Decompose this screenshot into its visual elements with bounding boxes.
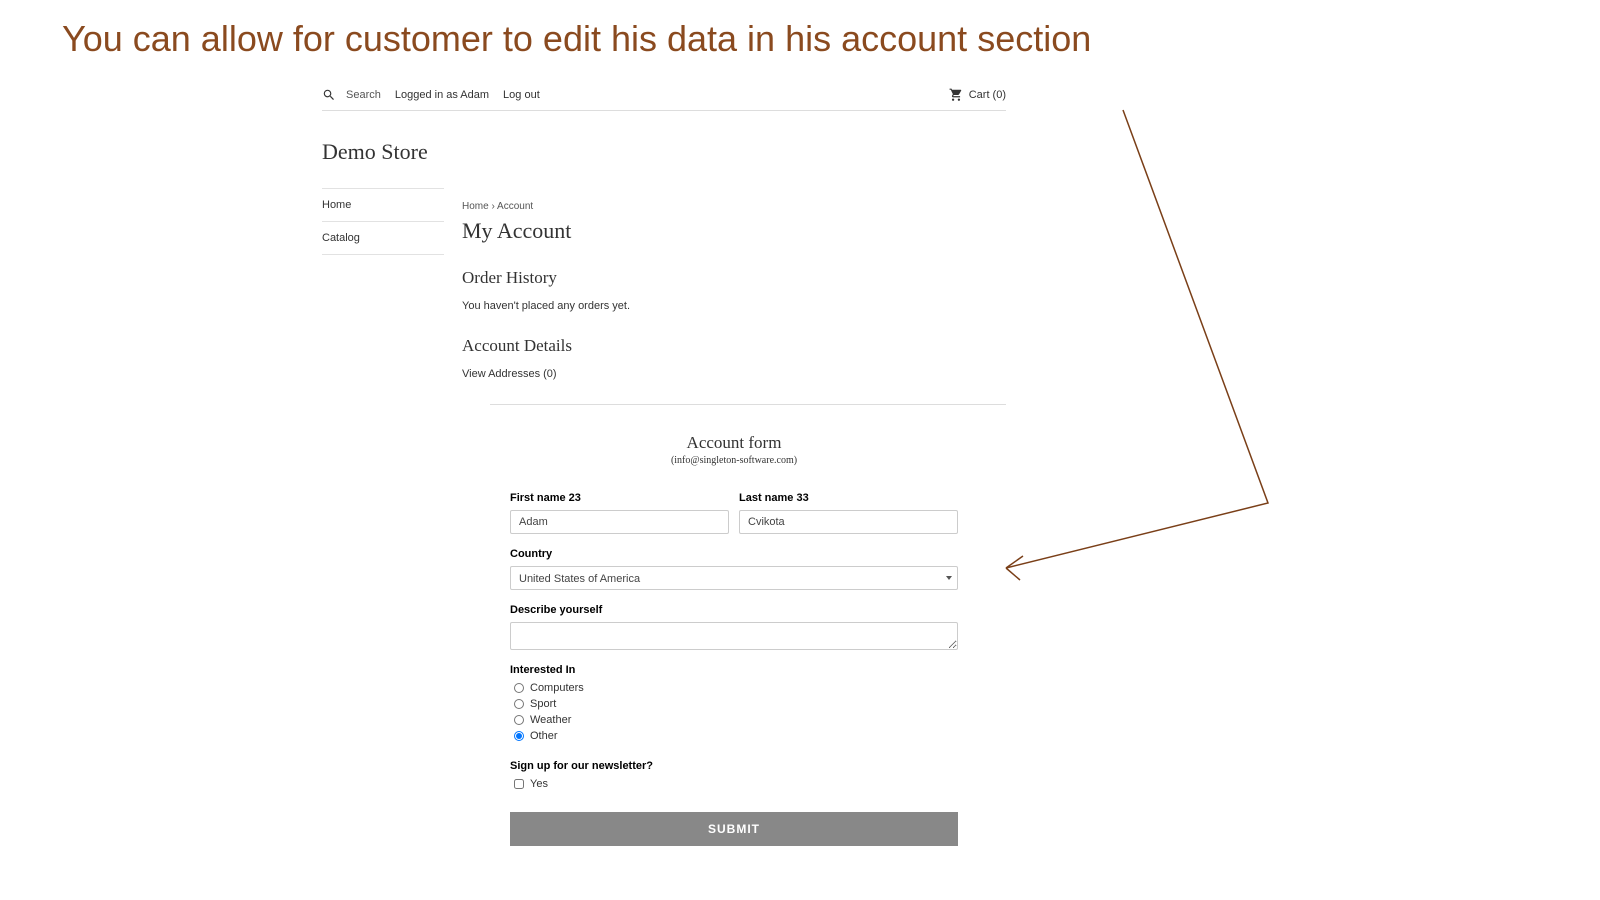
radio-sport[interactable]: Sport	[514, 698, 958, 710]
search-link[interactable]: Search	[322, 88, 381, 102]
logged-in-text[interactable]: Logged in as Adam	[395, 89, 489, 101]
radio-label-other: Other	[530, 730, 558, 742]
check-input-newsletter[interactable]	[514, 779, 524, 789]
country-group: Country United States of America	[510, 548, 958, 590]
country-select[interactable]: United States of America	[510, 566, 958, 590]
interested-group: Interested In Computers Sport Weather	[510, 664, 958, 746]
radio-input-sport[interactable]	[514, 699, 524, 709]
cart-text: Cart (0)	[969, 89, 1006, 101]
order-history-text: You haven't placed any orders yet.	[462, 300, 1006, 312]
country-value: United States of America	[510, 566, 958, 590]
describe-group: Describe yourself	[510, 604, 958, 650]
main-column: Home › Account My Account Order History …	[462, 189, 1006, 846]
divider	[490, 404, 1006, 405]
check-newsletter-yes[interactable]: Yes	[514, 778, 958, 790]
last-name-group: Last name 33	[739, 492, 958, 534]
form-title: Account form	[462, 433, 1006, 453]
breadcrumb-current: Account	[497, 201, 533, 212]
radio-weather[interactable]: Weather	[514, 714, 958, 726]
columns: Home Catalog Home › Account My Account O…	[322, 189, 1006, 846]
account-form: First name 23 Last name 33 Country Unite…	[462, 492, 1006, 846]
first-name-group: First name 23	[510, 492, 729, 534]
store-container: Search Logged in as Adam Log out Cart (0…	[322, 80, 1006, 846]
describe-label: Describe yourself	[510, 604, 958, 616]
cart-link[interactable]: Cart (0)	[949, 88, 1006, 102]
annotation-arrow	[998, 108, 1278, 588]
submit-button[interactable]: SUBMIT	[510, 812, 958, 846]
store-title[interactable]: Demo Store	[322, 139, 1006, 165]
radio-label-weather: Weather	[530, 714, 571, 726]
breadcrumb-sep: ›	[491, 201, 494, 212]
breadcrumb: Home › Account	[462, 201, 1006, 212]
last-name-input[interactable]	[739, 510, 958, 534]
top-bar: Search Logged in as Adam Log out Cart (0…	[322, 80, 1006, 111]
search-label: Search	[346, 89, 381, 101]
radio-label-sport: Sport	[530, 698, 556, 710]
form-subtitle: (info@singleton-software.com)	[462, 455, 1006, 466]
chevron-down-icon	[946, 576, 952, 580]
page-title: My Account	[462, 218, 1006, 244]
order-history-title: Order History	[462, 268, 1006, 288]
page-headline: You can allow for customer to edit his d…	[62, 18, 1091, 60]
radio-label-computers: Computers	[530, 682, 584, 694]
last-name-label: Last name 33	[739, 492, 958, 504]
describe-textarea[interactable]	[510, 622, 958, 650]
cart-icon	[949, 88, 963, 102]
newsletter-label: Sign up for our newsletter?	[510, 760, 958, 772]
first-name-label: First name 23	[510, 492, 729, 504]
logout-link[interactable]: Log out	[503, 89, 540, 101]
sidebar-item-home[interactable]: Home	[322, 188, 444, 222]
radio-input-computers[interactable]	[514, 683, 524, 693]
breadcrumb-home[interactable]: Home	[462, 201, 489, 212]
account-details-title: Account Details	[462, 336, 1006, 356]
country-label: Country	[510, 548, 958, 560]
radio-input-other[interactable]	[514, 731, 524, 741]
radio-input-weather[interactable]	[514, 715, 524, 725]
name-row: First name 23 Last name 33	[510, 492, 958, 534]
newsletter-group: Sign up for our newsletter? Yes	[510, 760, 958, 794]
radio-computers[interactable]: Computers	[514, 682, 958, 694]
interested-radio-list: Computers Sport Weather Other	[510, 682, 958, 746]
side-nav: Home Catalog	[322, 189, 444, 846]
radio-other[interactable]: Other	[514, 730, 958, 742]
newsletter-check-list: Yes	[510, 778, 958, 794]
search-icon	[322, 88, 336, 102]
check-label-newsletter: Yes	[530, 778, 548, 790]
top-bar-left: Search Logged in as Adam Log out	[322, 88, 540, 102]
interested-label: Interested In	[510, 664, 958, 676]
view-addresses-link[interactable]: View Addresses (0)	[462, 368, 1006, 380]
sidebar-item-catalog[interactable]: Catalog	[322, 221, 444, 255]
first-name-input[interactable]	[510, 510, 729, 534]
